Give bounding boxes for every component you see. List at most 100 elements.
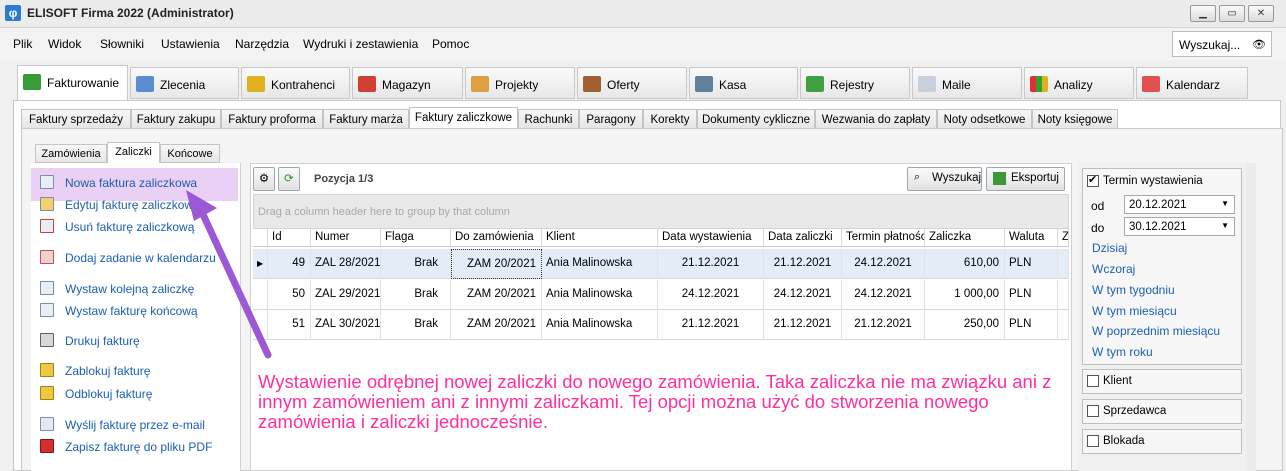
table-row[interactable]: 51 ZAL 30/2021 Brak ZAM 20/2021 Ania Mal… [253,310,1069,340]
menu-ustawienia[interactable]: Ustawienia [161,37,220,51]
tab-zlecenia[interactable]: Zlecenia [130,67,239,99]
title-bar: φ ELISOFT Firma 2022 (Administrator) ▁ ▭… [0,0,1286,28]
menu-pomoc[interactable]: Pomoc [432,37,469,51]
subsubtab-zamowienia[interactable]: Zamówienia [35,144,107,163]
link-w-tym-roku[interactable]: W tym roku [1092,345,1153,359]
tab-projekty[interactable]: Projekty [465,67,575,99]
menu-plik[interactable]: Plik [13,37,32,51]
new-doc-icon [40,175,54,189]
tab-analizy[interactable]: Analizy [1024,67,1134,99]
col-header-klient[interactable]: Klient [542,229,658,247]
cell-klient: Ania Malinowska [542,310,658,340]
settings-button[interactable]: ⚙ [253,167,275,191]
col-header-data-wystawienia[interactable]: Data wystawienia [658,229,764,247]
cell-zaliczka: 1 000,00 [925,280,1005,310]
link-w-tym-tygodniu[interactable]: W tym tygodniu [1092,283,1175,297]
link-dzisiaj[interactable]: Dzisiaj [1092,241,1127,255]
col-header-data-zaliczki[interactable]: Data zaliczki [764,229,842,247]
col-header-do-zamowienia[interactable]: Do zamówienia [451,229,542,247]
tab-label: Maile [942,78,971,92]
cell-data-wystawienia: 24.12.2021 [658,280,764,310]
tab-magazyn[interactable]: Magazyn [352,67,463,99]
termin-checkbox[interactable] [1087,173,1099,187]
calendar-icon [40,250,54,264]
sprzedawca-checkbox[interactable] [1087,405,1099,417]
subtab-proforma[interactable]: Faktury proforma [221,109,323,129]
col-header-waluta[interactable]: Waluta [1005,229,1058,247]
minimize-button[interactable]: ▁ [1190,5,1216,22]
menu-widok[interactable]: Widok [48,37,81,51]
cell-do-zamowienia: ZAM 20/2021 [451,280,542,310]
vertical-scrollbar[interactable] [1246,163,1256,471]
tab-kontrahenci[interactable]: Kontrahenci [241,67,350,99]
col-header-numer[interactable]: Numer [311,229,381,247]
tab-kalendarz[interactable]: Kalendarz [1136,67,1248,99]
cell-klient: Ania Malinowska [542,249,658,279]
subtab-cykliczne[interactable]: Dokumenty cykliczne [697,109,815,129]
table-row[interactable]: 50 ZAL 29/2021 Brak ZAM 20/2021 Ania Mal… [253,280,1069,310]
cell-waluta: PLN [1005,310,1058,340]
subtab-sprzedazy[interactable]: Faktury sprzedaży [21,109,131,129]
global-search-input[interactable]: Wyszukaj... 👁 [1172,31,1272,57]
subtab-zaliczkowe[interactable]: Faktury zaliczkowe [409,107,518,130]
date-to-field[interactable]: 30.12.2021 ▼ [1124,217,1235,236]
subtab-zakupu[interactable]: Faktury zakupu [131,109,221,129]
subtab-ksiegowe[interactable]: Noty księgowe [1032,109,1118,129]
subtab-rachunki[interactable]: Rachunki [518,109,579,129]
table-row[interactable]: ▶ 49 ZAL 28/2021 Brak ZAM 20/2021 Ania M… [253,249,1069,279]
menu-narzedzia[interactable]: Narzędzia [235,37,289,51]
col-header-termin-platnosci[interactable]: Termin płatności [842,229,925,247]
col-header-id[interactable]: Id [268,229,311,247]
tab-fakturowanie[interactable]: Fakturowanie [17,65,128,101]
group-by-area[interactable]: Drag a column header here to group by th… [253,194,1069,229]
link-w-poprzednim-miesiacu[interactable]: W poprzednim miesiącu [1092,324,1220,338]
klient-checkbox[interactable] [1087,375,1099,387]
briefcase-icon [583,76,601,92]
action-label: Wystaw fakturę końcową [65,304,198,318]
menu-wydruki[interactable]: Wydruki i zestawienia [303,37,418,51]
gear-icon: ⚙ [258,173,270,185]
tab-label: Kalendarz [1166,78,1221,92]
tab-label: Rejestry [830,78,875,92]
cell-numer: ZAL 29/2021 [311,280,381,310]
date-to-value: 30.12.2021 [1129,221,1187,233]
ledger-icon [806,76,824,92]
subtab-korekty[interactable]: Korekty [643,109,697,129]
people-icon [247,76,265,92]
cell-z [1058,249,1069,279]
subsubtab-koncowe[interactable]: Końcowe [160,144,220,163]
action-label: Edytuj fakturę zaliczkową [65,198,200,212]
link-wczoraj[interactable]: Wczoraj [1092,262,1135,276]
tab-label: Magazyn [382,78,431,92]
export-button[interactable]: Eksportuj [986,167,1065,191]
tab-maile[interactable]: Maile [912,67,1022,99]
link-w-tym-miesiacu[interactable]: W tym miesiącu [1092,304,1177,318]
action-label: Dodaj zadanie w kalendarzu [65,251,216,265]
subtab-wezwania[interactable]: Wezwania do zapłaty [815,109,937,129]
cell-waluta: PLN [1005,249,1058,279]
menu-bar: Plik Widok Słowniki Ustawienia Narzędzia… [0,28,1286,60]
tab-oferty[interactable]: Oferty [577,67,687,99]
documents-icon [136,76,154,92]
action-label: Wystaw kolejną zaliczkę [65,282,195,296]
tab-rejestry[interactable]: Rejestry [800,67,910,99]
search-button[interactable]: ⌕ Wyszukaj [907,167,982,191]
menu-slowniki[interactable]: Słowniki [100,37,144,51]
dropdown-icon: ▼ [1221,221,1229,230]
col-header-z[interactable]: Z [1058,229,1069,247]
subsubtab-zaliczki[interactable]: Zaliczki [107,142,160,164]
tab-kasa[interactable]: Kasa [689,67,798,99]
blokada-checkbox[interactable] [1087,435,1099,447]
maximize-button[interactable]: ▭ [1219,5,1245,22]
col-header-zaliczka[interactable]: Zaliczka [925,229,1005,247]
col-header-flaga[interactable]: Flaga [381,229,451,247]
subtab-marza[interactable]: Faktury marża [323,109,409,129]
pencil-ruler-icon [471,76,489,92]
subtab-paragony[interactable]: Paragony [579,109,643,129]
app-icon: φ [5,5,21,21]
date-from-field[interactable]: 20.12.2021 ▼ [1124,195,1235,214]
od-label: od [1091,199,1105,213]
subtab-odsetkowe[interactable]: Noty odsetkowe [937,109,1032,129]
close-button[interactable]: ✕ [1248,5,1274,22]
refresh-button[interactable]: ⟳ [278,167,300,191]
